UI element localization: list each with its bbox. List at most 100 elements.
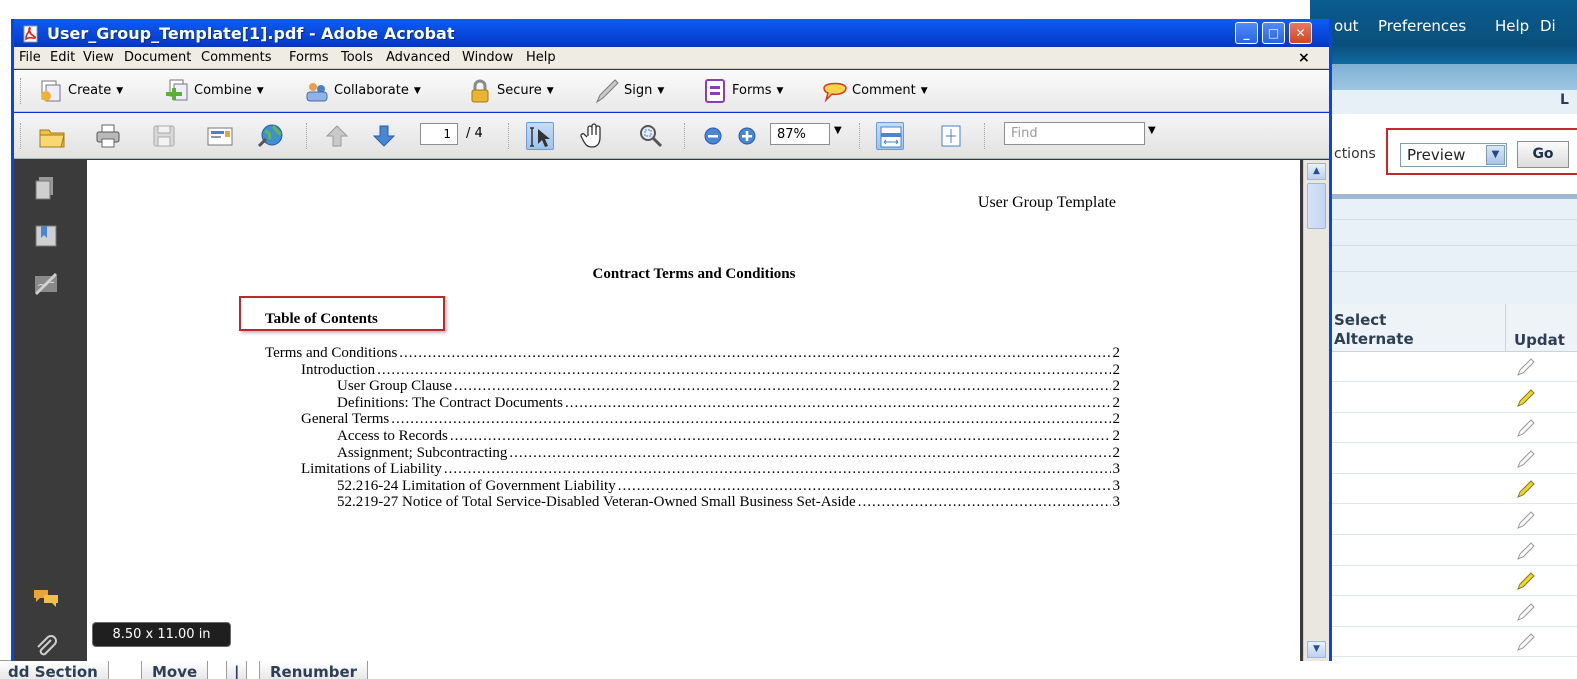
pencil-edit-icon[interactable]: [1516, 632, 1536, 652]
zoom-marquee-icon: [640, 125, 663, 148]
globe-icon: [257, 124, 283, 148]
toc-entry[interactable]: Limitations of Liability 3: [265, 461, 1120, 478]
menu-file[interactable]: File: [19, 50, 41, 65]
toc-entry[interactable]: Terms and Conditions 2: [265, 345, 1120, 362]
comments-panel-icon[interactable]: [32, 584, 60, 612]
open-button[interactable]: [38, 122, 66, 150]
toc-entry[interactable]: User Group Clause 2: [265, 378, 1120, 395]
bookmarks-panel-icon[interactable]: [32, 222, 60, 250]
filter-panel: [1310, 199, 1577, 304]
nav-link-diagnostics[interactable]: Di: [1540, 17, 1556, 35]
toolbar-separator: [984, 123, 986, 149]
toc-entry-title: Limitations of Liability: [301, 461, 442, 478]
fit-width-button[interactable]: [876, 122, 904, 150]
table-row: [1310, 443, 1577, 474]
zoom-in-button[interactable]: [733, 122, 761, 150]
toolbar-separator: [684, 123, 686, 149]
document-close-icon[interactable]: ×: [1298, 50, 1310, 66]
print-button[interactable]: [94, 122, 122, 150]
close-button[interactable]: ✕: [1289, 22, 1312, 44]
add-section-button[interactable]: dd Section: [0, 660, 109, 679]
save-button[interactable]: [150, 122, 178, 150]
previous-page-button[interactable]: [323, 122, 351, 150]
pages-panel-icon[interactable]: [32, 174, 60, 202]
collaborate-menu-button[interactable]: Collaborate ▼: [304, 78, 421, 104]
menu-tools[interactable]: Tools: [341, 50, 373, 65]
table-row: [1310, 352, 1577, 382]
create-menu-button[interactable]: Create ▼: [38, 78, 123, 104]
chevron-down-icon[interactable]: ▼: [834, 125, 842, 136]
signatures-panel-icon[interactable]: [32, 270, 60, 298]
scrollbar-thumb[interactable]: [1307, 183, 1326, 229]
vertical-scrollbar[interactable]: ▲ ▼: [1303, 160, 1329, 661]
move-separator-button[interactable]: |: [226, 660, 248, 679]
email-button[interactable]: [206, 122, 234, 150]
toc-entry[interactable]: Access to Records 2: [265, 428, 1120, 445]
scroll-up-icon[interactable]: ▲: [1307, 163, 1326, 180]
zoom-in-icon: [738, 127, 756, 145]
menu-edit[interactable]: Edit: [50, 50, 75, 65]
pencil-edit-icon[interactable]: [1516, 388, 1536, 408]
minimize-button[interactable]: _: [1235, 22, 1258, 44]
comment-menu-button[interactable]: Comment ▼: [822, 78, 928, 104]
pencil-edit-icon[interactable]: [1516, 602, 1536, 622]
title-bar[interactable]: User_Group_Template[1].pdf - Adobe Acrob…: [14, 19, 1329, 47]
toc-entry[interactable]: 52.219-27 Notice of Total Service-Disabl…: [265, 494, 1120, 511]
toc-entry[interactable]: Assignment; Subcontracting 2: [265, 445, 1120, 462]
divider: [1310, 271, 1577, 272]
toc-entry[interactable]: Definitions: The Contract Documents 2: [265, 395, 1120, 412]
renumber-button[interactable]: Renumber: [259, 660, 369, 679]
menu-window[interactable]: Window: [462, 50, 513, 65]
sign-menu-button[interactable]: Sign ▼: [594, 78, 664, 104]
forms-menu-button[interactable]: Forms ▼: [702, 78, 783, 104]
pencil-edit-icon[interactable]: [1516, 479, 1536, 499]
maximize-button[interactable]: □: [1262, 22, 1285, 44]
scroll-down-icon[interactable]: ▼: [1307, 641, 1326, 658]
page-header: User Group Template: [977, 194, 1116, 211]
page-number-input[interactable]: 1: [420, 123, 458, 145]
actions-select[interactable]: Preview ▼: [1400, 143, 1507, 167]
menu-view[interactable]: View: [83, 50, 114, 65]
secure-menu-button[interactable]: Secure ▼: [467, 78, 554, 104]
nav-link-logout[interactable]: out: [1334, 17, 1359, 35]
chevron-down-icon: ▼: [1486, 145, 1505, 165]
pencil-edit-icon[interactable]: [1516, 510, 1536, 530]
pencil-edit-icon[interactable]: [1516, 357, 1536, 377]
pencil-edit-icon[interactable]: [1516, 541, 1536, 561]
column-separator: [1505, 304, 1506, 352]
toc-entry[interactable]: General Terms 2: [265, 411, 1120, 428]
menu-bar: File Edit View Document Comments Forms T…: [14, 47, 1329, 69]
menu-document[interactable]: Document: [124, 50, 191, 65]
find-input[interactable]: Find: [1004, 122, 1145, 145]
move-button[interactable]: Move: [141, 660, 209, 679]
marquee-zoom-button[interactable]: [636, 122, 664, 150]
menu-comments[interactable]: Comments: [201, 50, 271, 65]
menu-help[interactable]: Help: [526, 50, 556, 65]
pencil-edit-icon[interactable]: [1516, 449, 1536, 469]
collaborate-online-button[interactable]: [257, 122, 285, 150]
attachments-paperclip-icon[interactable]: [32, 632, 60, 660]
combine-menu-button[interactable]: Combine ▼: [164, 78, 264, 104]
menu-advanced[interactable]: Advanced: [386, 50, 450, 65]
nav-link-preferences[interactable]: Preferences: [1378, 17, 1466, 35]
menu-forms[interactable]: Forms: [289, 50, 329, 65]
pencil-edit-icon[interactable]: [1516, 571, 1536, 591]
select-tool-button[interactable]: [526, 122, 554, 150]
toc-entry[interactable]: 52.216-24 Limitation of Government Liabi…: [265, 478, 1120, 495]
nav-link-help[interactable]: Help: [1495, 17, 1529, 35]
zoom-out-button[interactable]: [699, 122, 727, 150]
go-button[interactable]: Go: [1517, 141, 1569, 168]
hand-tool-button[interactable]: [580, 122, 608, 150]
toc-entry[interactable]: Introduction 2: [265, 362, 1120, 379]
window-title: User_Group_Template[1].pdf - Adobe Acrob…: [47, 24, 455, 43]
toc-dot-leader: [399, 345, 1110, 362]
fit-page-button[interactable]: [937, 122, 965, 150]
pencil-edit-icon[interactable]: [1516, 418, 1536, 438]
toolbar-separator: [508, 123, 510, 149]
navigation-pane: [14, 160, 84, 661]
zoom-level-input[interactable]: 87%: [770, 123, 830, 145]
chevron-down-icon[interactable]: ▼: [1148, 125, 1156, 136]
next-page-button[interactable]: [370, 122, 398, 150]
table-row: [1310, 627, 1577, 658]
chevron-down-icon: ▼: [256, 86, 264, 96]
